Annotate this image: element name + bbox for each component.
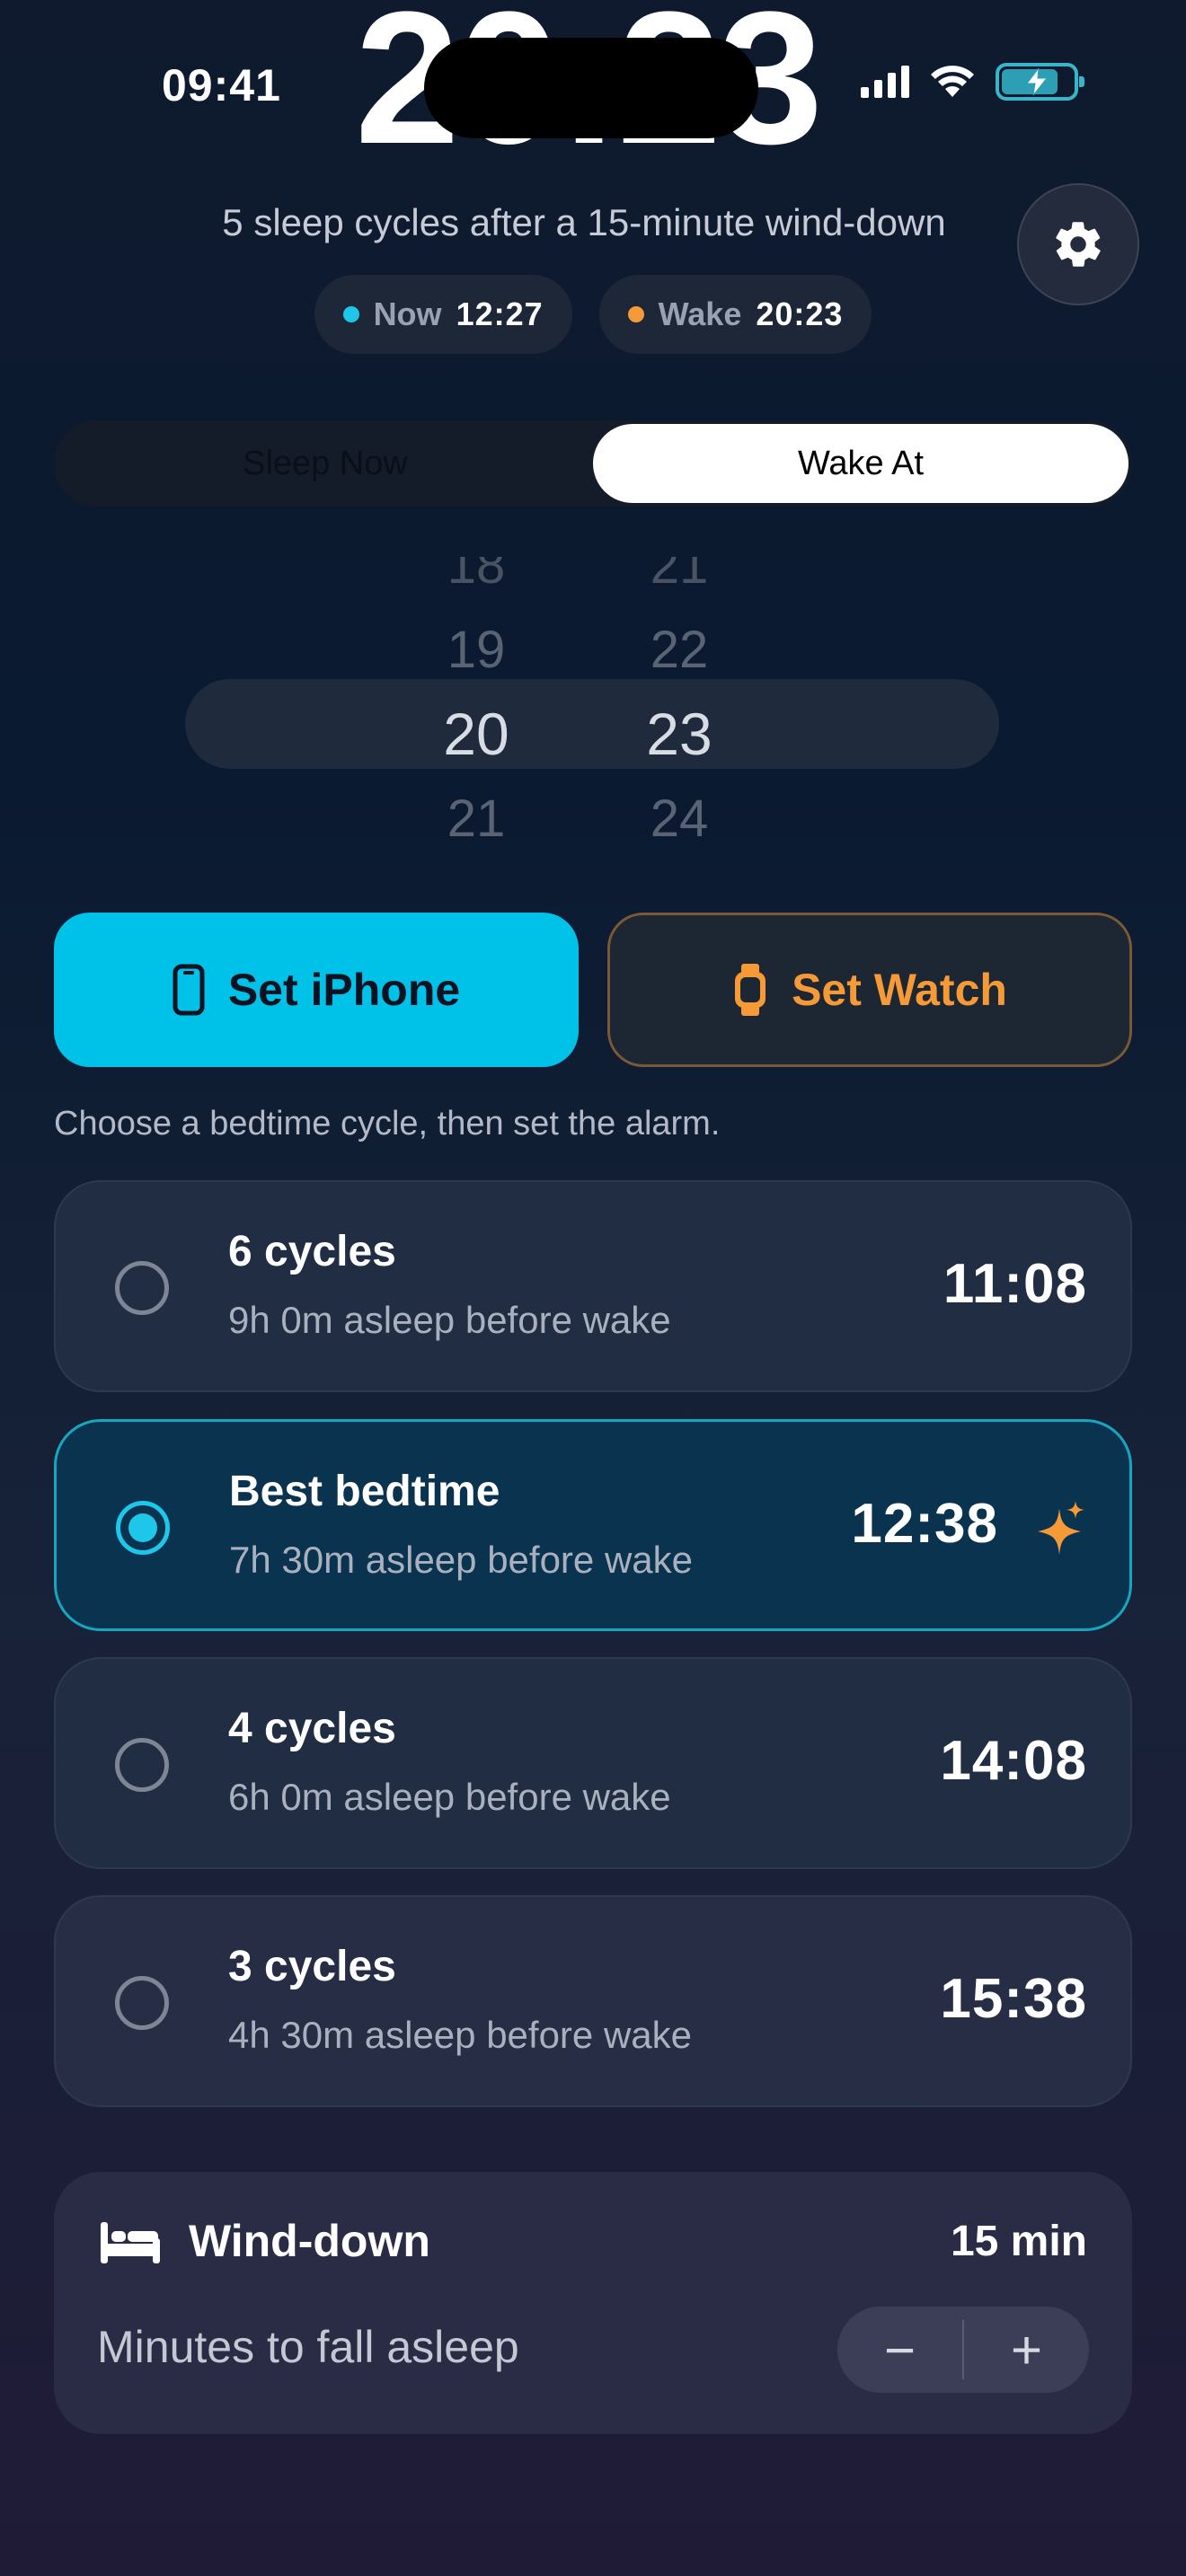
radio-button[interactable] (115, 1738, 169, 1792)
radio-button-selected[interactable] (116, 1501, 170, 1555)
bedtime-value: 15:38 (940, 1968, 1087, 2030)
wind-down-card: Wind-down 15 min Minutes to fall asleep … (54, 2172, 1132, 2434)
wake-label: Wake (658, 296, 742, 332)
radio-button[interactable] (115, 1976, 169, 2030)
gear-icon (1056, 222, 1101, 267)
picker-minute-option[interactable]: 24 (607, 776, 751, 860)
instruction-text: Choose a bedtime cycle, then set the ala… (54, 1105, 721, 1142)
cycle-title: 3 cycles (228, 1943, 396, 1990)
hour-wheel[interactable]: 18 19 20 21 22 (404, 557, 548, 880)
cycle-title: 6 cycles (228, 1228, 396, 1275)
cycle-duration: 4h 30m asleep before wake (228, 2014, 692, 2056)
wind-down-stepper: − + (837, 2307, 1089, 2393)
increment-button[interactable]: + (964, 2307, 1089, 2393)
cycle-option-card-best[interactable]: Best bedtime 7h 30m asleep before wake 1… (54, 1419, 1132, 1631)
now-value: 12:27 (456, 296, 544, 332)
bedtime-value: 14:08 (940, 1730, 1087, 1792)
radio-button[interactable] (115, 1261, 169, 1315)
picker-minute-option[interactable]: 22 (607, 607, 751, 692)
set-watch-button[interactable]: Set Watch (607, 913, 1132, 1067)
iphone-icon (173, 964, 205, 1016)
picker-hour-option[interactable]: 19 (404, 607, 548, 692)
picker-minute-option[interactable]: 25 (607, 860, 751, 881)
bedtime-value: 12:38 (851, 1493, 998, 1555)
cycle-duration: 6h 0m asleep before wake (228, 1776, 671, 1818)
cycle-title: Best bedtime (229, 1468, 500, 1515)
watch-icon (735, 964, 766, 1016)
sparkle-icon (1038, 1501, 1084, 1555)
wifi-icon (931, 66, 974, 97)
dynamic-island (424, 38, 758, 138)
wake-pill: Wake 20:23 (598, 275, 872, 354)
now-label: Now (373, 296, 442, 332)
charging-bolt-icon (1025, 68, 1049, 95)
wind-down-description: Minutes to fall asleep (97, 2322, 519, 2372)
time-pills: Now 12:27 Wake 20:23 (0, 275, 1186, 354)
picker-minute-option[interactable]: 21 (607, 557, 751, 607)
cycle-title: 4 cycles (228, 1705, 396, 1752)
picker-hour-option[interactable]: 21 (404, 776, 548, 860)
wind-down-title: Wind-down (189, 2216, 430, 2266)
wake-time-picker[interactable]: 18 19 20 21 22 21 22 23 24 25 (0, 557, 1186, 880)
bedtime-value: 11:08 (943, 1253, 1087, 1315)
status-bar-time: 09:41 (162, 60, 281, 110)
wind-down-value: 15 min (950, 2218, 1087, 2265)
bed-icon (101, 2222, 160, 2263)
wake-value: 20:23 (756, 296, 844, 332)
status-icons (861, 63, 1084, 101)
battery-icon (996, 63, 1084, 101)
picker-hour-option[interactable]: 18 (404, 557, 548, 607)
cellular-signal-icon (861, 66, 909, 98)
now-dot-icon (342, 306, 359, 322)
minute-wheel[interactable]: 21 22 23 24 25 (607, 557, 751, 880)
now-pill: Now 12:27 (314, 275, 572, 354)
picker-hour-selected[interactable]: 20 (404, 692, 548, 776)
cycle-summary: 5 sleep cycles after a 15-minute wind-do… (222, 201, 946, 243)
segment-wake-at[interactable]: Wake At (593, 424, 1128, 503)
cycle-option-card[interactable]: 3 cycles 4h 30m asleep before wake 15:38 (54, 1895, 1132, 2107)
cycle-option-card[interactable]: 4 cycles 6h 0m asleep before wake 14:08 (54, 1657, 1132, 1869)
set-iphone-label: Set iPhone (227, 965, 461, 1015)
picker-minute-selected[interactable]: 23 (607, 692, 751, 776)
cycle-duration: 9h 0m asleep before wake (228, 1299, 671, 1341)
decrement-button[interactable]: − (837, 2307, 962, 2393)
mode-segmented-control: Sleep Now Wake At (54, 420, 1132, 507)
segment-sleep-now[interactable]: Sleep Now (58, 424, 593, 503)
wake-dot-icon (627, 306, 644, 322)
set-watch-label: Set Watch (792, 965, 1007, 1015)
cycle-duration: 7h 30m asleep before wake (229, 1539, 693, 1581)
set-iphone-button[interactable]: Set iPhone (54, 913, 579, 1067)
picker-hour-option[interactable]: 22 (404, 860, 548, 881)
cycle-option-card[interactable]: 6 cycles 9h 0m asleep before wake 11:08 (54, 1180, 1132, 1392)
